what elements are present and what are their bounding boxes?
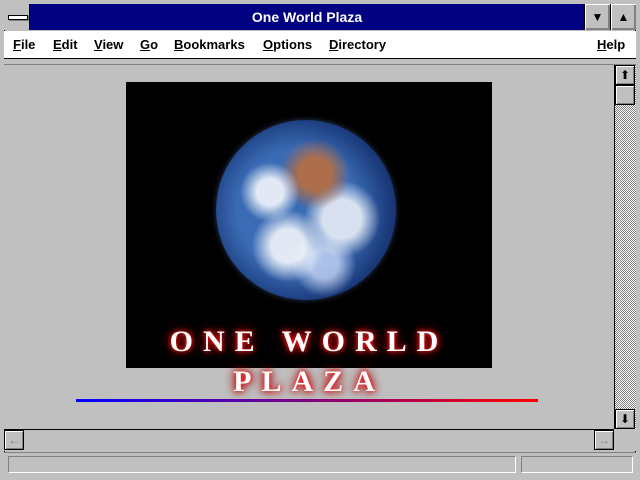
menu-view-rest: iew — [102, 37, 124, 52]
status-bar — [4, 452, 636, 477]
menu-directory-hotkey: D — [329, 37, 339, 52]
menu-file[interactable]: File — [13, 31, 35, 58]
vertical-scrollbar[interactable]: ⬆ ⬇ — [614, 65, 636, 429]
menu-options[interactable]: Options — [263, 31, 312, 58]
scroll-down-icon: ⬇ — [619, 412, 631, 426]
earth-image — [216, 120, 396, 300]
system-menu-button[interactable] — [4, 4, 30, 30]
menu-help-rest: elp — [606, 37, 626, 52]
gradient-divider — [76, 399, 538, 402]
menu-go-hotkey: G — [140, 37, 151, 52]
menu-view[interactable]: View — [94, 31, 123, 58]
menu-help[interactable]: Help — [597, 31, 625, 58]
menu-options-rest: ptions — [273, 37, 313, 52]
menu-go[interactable]: Go — [140, 31, 158, 58]
menu-file-hotkey: F — [13, 37, 21, 52]
scroll-left-icon: ← — [8, 433, 20, 447]
page-content: ONE WORLD PLAZA — [4, 65, 614, 429]
menu-bar: File Edit View Go Bookmarks Options Dire… — [4, 31, 636, 59]
progress-indicator — [521, 456, 633, 473]
menu-bookmarks-rest: ookmarks — [183, 37, 245, 52]
menu-options-hotkey: O — [263, 37, 274, 52]
minimize-icon: ▼ — [591, 10, 604, 24]
scrollbar-corner — [614, 429, 636, 451]
menu-edit-hotkey: E — [53, 37, 62, 52]
menu-bookmarks[interactable]: Bookmarks — [174, 31, 245, 58]
maximize-icon: ▲ — [617, 10, 630, 24]
scroll-down-button[interactable]: ⬇ — [615, 409, 635, 429]
menu-help-hotkey: H — [597, 37, 607, 52]
scroll-thumb[interactable] — [615, 85, 635, 105]
banner-title: ONE WORLD PLAZA — [169, 325, 449, 398]
system-menu-icon — [8, 15, 28, 20]
horizontal-scrollbar[interactable]: ← → — [4, 429, 614, 451]
scroll-left-button[interactable]: ← — [4, 430, 24, 450]
scroll-up-button[interactable]: ⬆ — [615, 65, 635, 85]
window-title: One World Plaza — [251, 9, 363, 25]
menu-directory-rest: irectory — [338, 37, 387, 52]
menu-edit[interactable]: Edit — [53, 31, 78, 58]
title-bar[interactable]: One World Plaza ▼ ▲ — [4, 4, 636, 30]
minimize-button[interactable]: ▼ — [584, 4, 610, 30]
status-message — [8, 456, 516, 473]
menu-file-rest: ile — [20, 37, 36, 52]
scroll-up-icon: ⬆ — [619, 68, 631, 82]
scroll-right-icon: → — [598, 433, 610, 447]
banner-image: ONE WORLD PLAZA — [126, 82, 492, 398]
menu-directory[interactable]: Directory — [329, 31, 386, 58]
menu-edit-rest: dit — [61, 37, 78, 52]
maximize-button[interactable]: ▲ — [610, 4, 636, 30]
menu-bookmarks-hotkey: B — [174, 37, 184, 52]
menu-go-rest: o — [150, 37, 159, 52]
scroll-right-button[interactable]: → — [594, 430, 614, 450]
